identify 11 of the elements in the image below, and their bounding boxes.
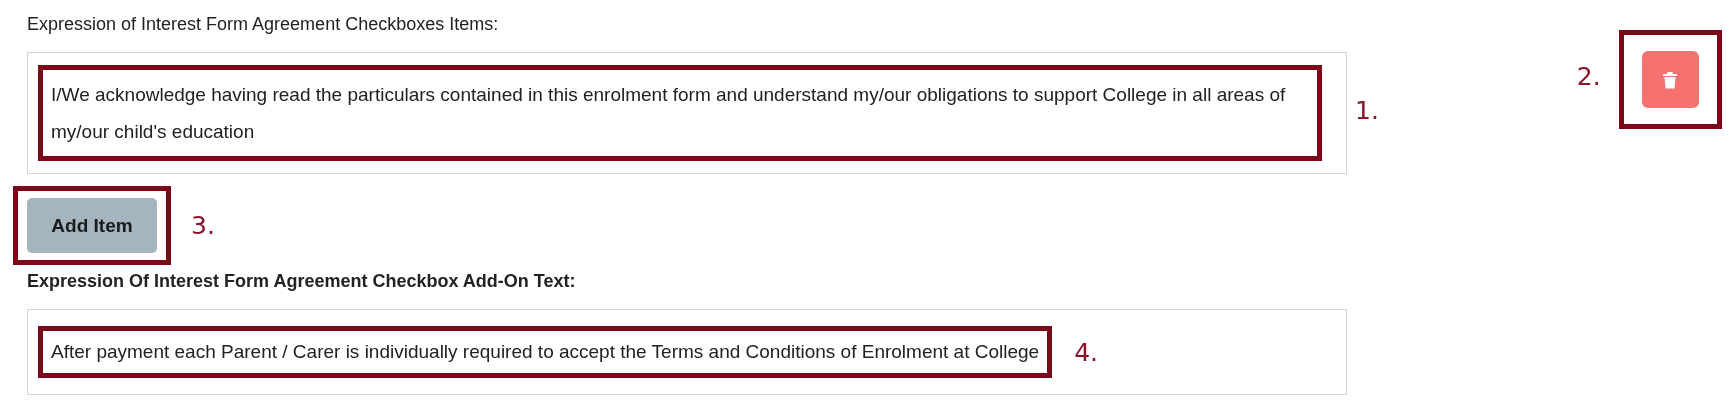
add-item-button[interactable]: Add Item [27, 198, 157, 253]
annotation-number: 2. [1576, 62, 1601, 91]
annotation-number: 3. [191, 211, 215, 240]
delete-button[interactable] [1641, 51, 1699, 108]
trash-icon [1662, 70, 1679, 89]
section-label: Expression Of Interest Form Agreement Checkbox Add-On Text: [27, 271, 577, 293]
annotation-number: 1. [1355, 96, 1379, 125]
section-label: Expression of Interest Form Agreement Checkboxes Items: [27, 14, 500, 36]
add-on-text[interactable]: After payment each Parent / Carer is individually required to accept the Terms and Conditions of Enrolment at College [51, 337, 1040, 367]
item-text[interactable]: I/We acknowledge having read the particulars contained in this enrolment form and understand my/our obligations to support College in all areas of my/our child's education [51, 76, 1309, 150]
annotation-number: 4. [1074, 337, 1099, 367]
